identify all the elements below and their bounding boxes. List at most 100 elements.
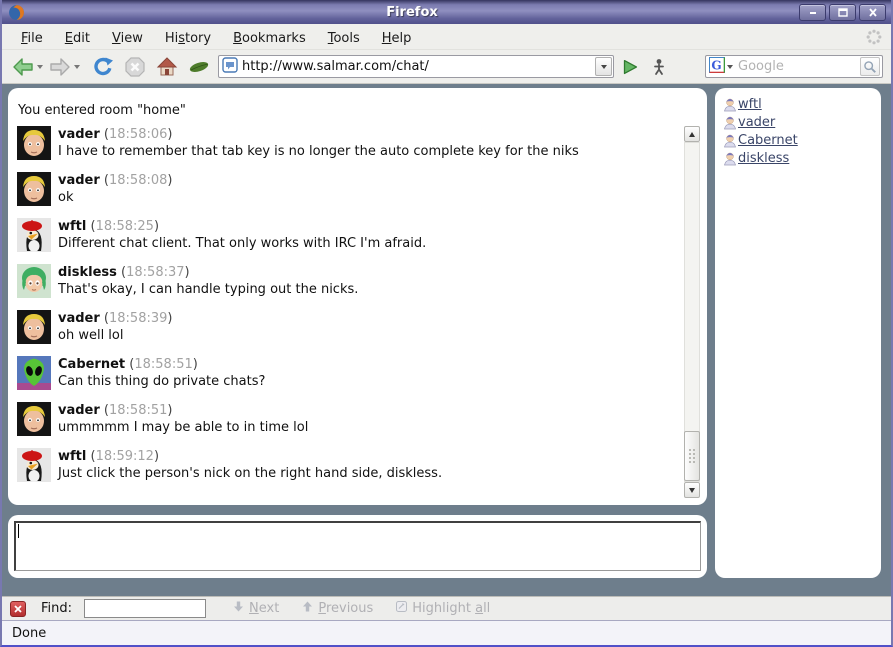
menu-items: FileEditViewHistoryBookmarksToolsHelp xyxy=(10,27,422,46)
message-username: vader xyxy=(58,127,100,142)
text-caret xyxy=(18,524,19,538)
menu-edit[interactable]: Edit xyxy=(54,27,101,50)
user-link-vader[interactable]: vader xyxy=(738,115,775,130)
throbber-icon xyxy=(865,28,883,46)
message-username: vader xyxy=(58,173,100,188)
url-history-dropdown[interactable] xyxy=(595,57,612,76)
url-bar[interactable] xyxy=(218,55,614,78)
triangle-down-icon xyxy=(689,488,695,493)
avatar-vader xyxy=(17,310,51,344)
message-text: Just click the person's nick on the righ… xyxy=(58,466,442,481)
message-username: vader xyxy=(58,311,100,326)
back-dropdown-icon[interactable] xyxy=(37,65,43,69)
avatar-wftl xyxy=(17,448,51,482)
find-buttons: Next Previous Highlight all xyxy=(206,600,490,617)
menu-view[interactable]: View xyxy=(101,27,154,50)
buddy-icon xyxy=(723,115,737,130)
up-arrow-icon xyxy=(301,600,314,617)
message-username: wftl xyxy=(58,449,86,464)
back-button[interactable] xyxy=(10,54,36,80)
window-title: Firefox xyxy=(25,5,799,20)
message-timestamp: 18:58:06 xyxy=(109,127,167,142)
message-timestamp: 18:58:39 xyxy=(109,311,167,326)
chat-message: vader (18:58:08) ok xyxy=(10,172,679,206)
extension-figure-icon[interactable] xyxy=(648,54,670,80)
maximize-button[interactable] xyxy=(829,4,856,21)
menu-file[interactable]: File xyxy=(10,27,54,50)
firefox-logo-icon xyxy=(8,4,25,21)
navigation-toolbar: G xyxy=(2,50,891,84)
chat-message: wftl (18:58:25) Different chat client. T… xyxy=(10,218,679,252)
browser-window: Firefox FileEditViewHistoryBookmarksTool… xyxy=(0,0,893,647)
user-list-item: diskless xyxy=(723,151,873,166)
status-text: Done xyxy=(12,626,46,641)
find-next-button[interactable]: Next xyxy=(232,600,279,617)
message-timestamp: 18:58:25 xyxy=(96,219,154,234)
menu-tools[interactable]: Tools xyxy=(317,27,371,50)
find-previous-button[interactable]: Previous xyxy=(301,600,373,617)
search-input[interactable] xyxy=(733,59,860,74)
user-list-item: Cabernet xyxy=(723,133,873,148)
chat-message: vader (18:58:06) I have to remember that… xyxy=(10,126,679,160)
avatar-diskless xyxy=(17,264,51,298)
forward-button[interactable] xyxy=(47,54,73,80)
buddy-icon xyxy=(723,97,737,112)
search-magnifier-button[interactable] xyxy=(860,57,880,76)
menu-bookmarks[interactable]: Bookmarks xyxy=(222,27,317,50)
home-button[interactable] xyxy=(154,54,180,80)
menu-help[interactable]: Help xyxy=(371,27,423,50)
chevron-down-icon xyxy=(601,65,607,69)
find-input[interactable] xyxy=(84,599,206,618)
url-input[interactable] xyxy=(238,59,595,74)
find-close-button[interactable] xyxy=(10,601,26,617)
scrollbar-thumb[interactable] xyxy=(684,431,700,481)
buddy-icon xyxy=(723,133,737,148)
message-timestamp: 18:58:51 xyxy=(109,403,167,418)
message-timestamp: 18:58:08 xyxy=(109,173,167,188)
avatar-vader xyxy=(17,126,51,160)
message-text: I have to remember that tab key is no lo… xyxy=(58,144,579,159)
minimize-button[interactable] xyxy=(799,4,826,21)
scrollbar-grip-icon xyxy=(688,448,697,464)
stop-button[interactable] xyxy=(122,54,148,80)
message-timestamp: 18:58:51 xyxy=(134,357,192,372)
highlight-icon xyxy=(395,600,408,617)
user-link-cabernet[interactable]: Cabernet xyxy=(738,133,798,148)
scroll-down-button[interactable] xyxy=(684,482,700,498)
find-highlight-all-button[interactable]: Highlight all xyxy=(395,600,490,617)
menu-history[interactable]: History xyxy=(154,27,222,50)
google-engine-icon[interactable]: G xyxy=(709,57,725,77)
message-username: Cabernet xyxy=(58,357,125,372)
message-text: That's okay, I can handle typing out the… xyxy=(58,282,358,297)
avatar-cabernet xyxy=(17,356,51,390)
chat-input-panel xyxy=(8,515,707,578)
find-label: Find: xyxy=(41,601,72,616)
chat-message-textarea[interactable] xyxy=(14,521,701,571)
titlebar[interactable]: Firefox xyxy=(2,0,891,24)
chat-message: Cabernet (18:58:51) Can this thing do pr… xyxy=(10,356,679,390)
message-timestamp: 18:59:12 xyxy=(96,449,154,464)
chat-scrollbar[interactable] xyxy=(684,126,700,498)
menubar: FileEditViewHistoryBookmarksToolsHelp xyxy=(2,24,891,50)
forward-dropdown-icon[interactable] xyxy=(74,65,80,69)
message-text: oh well lol xyxy=(58,328,124,343)
chat-message: vader (18:58:51) ummmmm I may be able to… xyxy=(10,402,679,436)
reload-button[interactable] xyxy=(90,54,116,80)
buddy-icon xyxy=(723,151,737,166)
go-button[interactable] xyxy=(617,54,643,80)
user-link-wftl[interactable]: wftl xyxy=(738,97,762,112)
status-bar: Done xyxy=(2,620,891,645)
search-box[interactable]: G xyxy=(705,55,883,78)
scroll-up-button[interactable] xyxy=(684,126,700,142)
down-arrow-icon xyxy=(232,600,245,617)
user-list-item: wftl xyxy=(723,97,873,112)
chat-panel: You entered room "home" vader (18:58:06)… xyxy=(8,88,707,505)
chat-message: wftl (18:59:12) Just click the person's … xyxy=(10,448,679,482)
close-button[interactable] xyxy=(859,4,886,21)
leaf-bookmark-icon[interactable] xyxy=(186,54,212,80)
system-message: You entered room "home" xyxy=(8,88,707,124)
message-username: wftl xyxy=(58,219,86,234)
user-link-diskless[interactable]: diskless xyxy=(738,151,789,166)
page-viewport: You entered room "home" vader (18:58:06)… xyxy=(2,84,891,596)
message-text: ok xyxy=(58,190,73,205)
